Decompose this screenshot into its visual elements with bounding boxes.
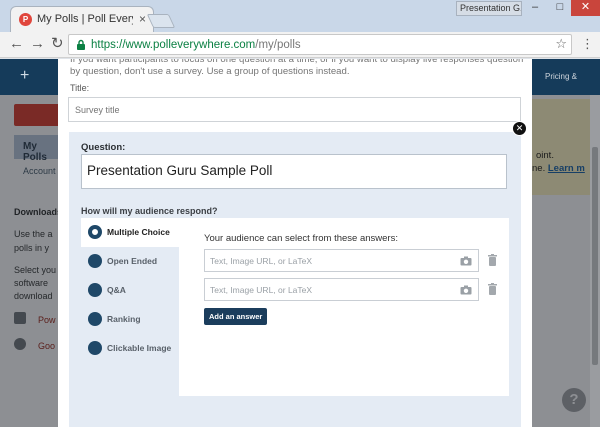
google-slides-download-link[interactable]: Goo: [38, 341, 55, 351]
response-type-multiple-choice[interactable]: Multiple Choice: [81, 218, 179, 247]
response-type-list: Multiple Choice Open Ended Q&A Ranking C…: [81, 218, 179, 396]
answer-placeholder: Text, Image URL, or LaTeX: [210, 285, 313, 295]
banner-text-prefix: ne.: [532, 163, 548, 174]
response-type-label: Open Ended: [107, 256, 158, 266]
scrollbar-thumb[interactable]: [592, 147, 598, 365]
trash-icon[interactable]: [488, 254, 497, 266]
browser-toolbar: ← → ↻ https://www.polleverywhere.com/my/…: [0, 32, 600, 58]
pricing-nav-link[interactable]: Pricing &: [545, 72, 577, 81]
question-input[interactable]: Presentation Guru Sample Poll: [81, 154, 507, 189]
powerpoint-icon: [14, 312, 26, 324]
banner-text: ne. Learn m: [532, 163, 585, 174]
sidebar-item-label: My Polls: [23, 141, 47, 163]
downloads-text-line: Use the a: [14, 229, 53, 239]
add-answer-button[interactable]: Add an answer: [204, 308, 268, 325]
browser-menu-icon[interactable]: ⋮: [581, 36, 594, 52]
lock-icon: [77, 39, 85, 50]
url-host: https://www.polleverywhere.com: [91, 39, 256, 51]
respond-label: How will my audience respond?: [81, 206, 218, 216]
sidebar-item-account[interactable]: Account: [23, 166, 56, 176]
response-type-qa[interactable]: Q&A: [81, 276, 179, 305]
banner-text: oint.: [536, 150, 554, 161]
window-title-label: Presentation G...: [456, 1, 522, 16]
create-button[interactable]: [14, 104, 60, 126]
response-type-clickable-image[interactable]: Clickable Image: [81, 334, 179, 363]
answer-input[interactable]: Text, Image URL, or LaTeX: [204, 249, 479, 272]
downloads-text-line: software: [14, 278, 49, 288]
radio-selected-icon: [88, 225, 102, 239]
bookmark-star-icon[interactable]: ☆: [555, 36, 567, 52]
sidebar-item-my-polls[interactable]: My Polls: [14, 135, 60, 163]
modal-close-icon[interactable]: ✕: [512, 121, 527, 136]
question-label: Question:: [81, 142, 126, 153]
google-slides-icon: [14, 338, 26, 350]
question-panel: Question: Presentation Guru Sample Poll …: [69, 132, 521, 427]
url-path: /my/polls: [255, 39, 301, 51]
downloads-heading: Downloads: [14, 207, 63, 217]
response-type-label: Multiple Choice: [107, 227, 170, 237]
response-type-ranking[interactable]: Ranking: [81, 305, 179, 334]
answers-panel: Your audience can select from these answ…: [179, 218, 509, 396]
radio-icon: [88, 283, 102, 297]
reload-icon[interactable]: ↻: [51, 35, 64, 53]
answers-title: Your audience can select from these answ…: [204, 233, 398, 244]
downloads-text-line: download: [14, 291, 53, 301]
forward-arrow-icon[interactable]: →: [30, 35, 45, 53]
response-type-open-ended[interactable]: Open Ended: [81, 247, 179, 276]
create-poll-modal: If you want participants to focus on one…: [58, 59, 532, 427]
browser-titlebar: P My Polls | Poll Everywhere × Presentat…: [0, 0, 600, 32]
radio-icon: [88, 312, 102, 326]
poll-everywhere-favicon-icon: P: [19, 13, 32, 26]
browser-tab[interactable]: P My Polls | Poll Everywhere ×: [10, 6, 154, 32]
response-type-label: Q&A: [107, 285, 126, 295]
help-button[interactable]: ?: [562, 388, 586, 412]
survey-intro-text: If you want participants to focus on one…: [70, 59, 524, 77]
answer-input[interactable]: Text, Image URL, or LaTeX: [204, 278, 479, 301]
survey-title-input[interactable]: [68, 97, 521, 122]
downloads-text-line: polls in y: [14, 243, 50, 253]
answer-placeholder: Text, Image URL, or LaTeX: [210, 256, 313, 266]
camera-icon[interactable]: [460, 285, 472, 295]
back-arrow-icon[interactable]: ←: [9, 35, 24, 53]
title-label: Title:: [70, 83, 90, 93]
powerpoint-download-link[interactable]: Pow: [38, 315, 56, 325]
window-close-button[interactable]: ✕: [571, 0, 600, 16]
learn-more-link[interactable]: Learn m: [548, 163, 585, 174]
address-bar[interactable]: https://www.polleverywhere.com/my/polls …: [68, 34, 572, 55]
maximize-button[interactable]: □: [547, 0, 573, 16]
tab-close-icon[interactable]: ×: [139, 12, 146, 26]
radio-icon: [88, 341, 102, 355]
radio-icon: [88, 254, 102, 268]
minimize-button[interactable]: –: [522, 0, 548, 16]
response-type-label: Clickable Image: [107, 343, 172, 353]
camera-icon[interactable]: [460, 256, 472, 266]
response-type-label: Ranking: [107, 314, 141, 324]
downloads-text-line: Select you: [14, 265, 57, 275]
url-text: https://www.polleverywhere.com/my/polls: [91, 38, 301, 52]
trash-icon[interactable]: [488, 283, 497, 295]
tab-title: My Polls | Poll Everywhere: [37, 13, 133, 25]
create-plus-icon[interactable]: +: [20, 67, 29, 85]
